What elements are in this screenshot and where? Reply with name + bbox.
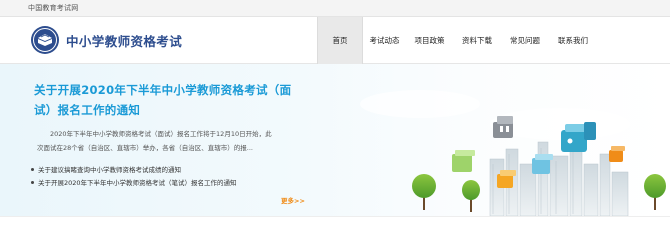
news-link-item[interactable]: 关于建议搞睹查询中小学教师资格考试成绩的通知 (31, 164, 291, 177)
nav-item-policy[interactable]: 项目政策 (406, 17, 453, 64)
bullet-icon (31, 168, 34, 171)
nav-item-downloads[interactable]: 资料下载 (453, 17, 501, 64)
nav-item-contact[interactable]: 联系我们 (549, 17, 597, 64)
brand-title[interactable]: 中小学教师资格考试 (66, 31, 182, 50)
site-name-link[interactable]: 中国教育考试网 (28, 3, 78, 13)
news-links: 关于建议搞睹查询中小学教师资格考试成绩的通知 关于开展2020年下半年中小学教师… (31, 164, 291, 190)
main-nav: 首页 考试动态 项目政策 资料下载 常见问题 联系我们 (317, 17, 597, 64)
bullet-icon (31, 181, 34, 184)
more-link[interactable]: 更多>> (281, 195, 305, 205)
news-link-item[interactable]: 关于开展2020年下半年中小学教师资格考试（笔试）报名工作的通知 (31, 177, 291, 190)
news-link-text[interactable]: 关于建议搞睹查询中小学教师资格考试成绩的通知 (38, 166, 181, 174)
content-area (0, 216, 670, 241)
top-bar: 中国教育考试网 (0, 0, 670, 17)
nav-item-home[interactable]: 首页 (317, 17, 363, 64)
book-emblem-icon[interactable] (30, 25, 60, 55)
nav-item-exam-news[interactable]: 考试动态 (363, 17, 406, 64)
nav-item-faq[interactable]: 常见问题 (501, 17, 549, 64)
news-headline[interactable]: 关于开展2020年下半年中小学教师资格考试（面试）报名工作的通知 (34, 80, 304, 120)
news-summary: 2020年下半年中小学教师资格考试（面试）报名工作将于12月10日开始，此次面试… (37, 130, 272, 152)
news-link-text[interactable]: 关于开展2020年下半年中小学教师资格考试（笔试）报名工作的通知 (38, 179, 237, 187)
